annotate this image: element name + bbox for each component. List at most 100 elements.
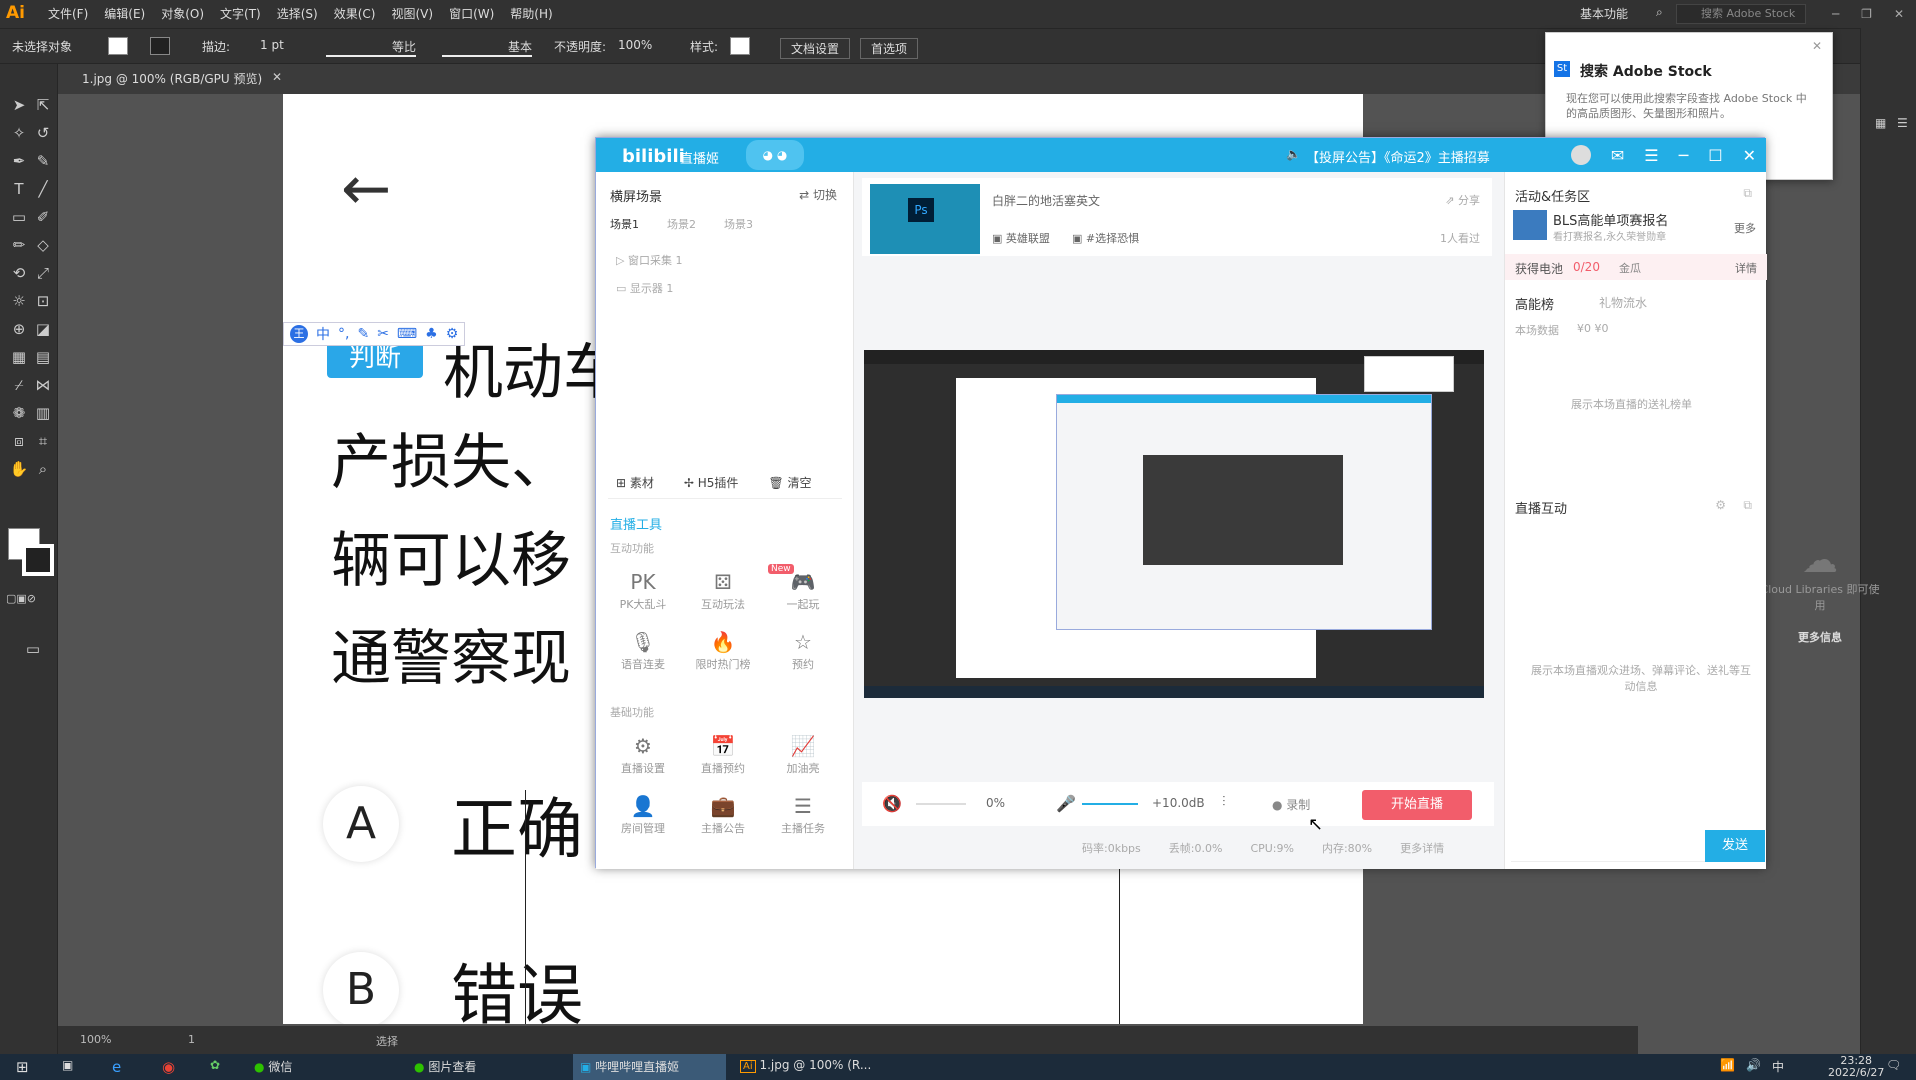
eyedropper-icon[interactable]: ⌿ xyxy=(8,374,30,396)
ime-chinese-mode[interactable]: 中 xyxy=(316,324,330,344)
interactive-play-button[interactable]: ⚄ 互动玩法 xyxy=(688,570,758,612)
send-button[interactable]: 发送 xyxy=(1705,830,1765,862)
brush-profile[interactable]: 基本 xyxy=(442,38,532,57)
more-details-link[interactable]: 更多详情 xyxy=(1400,840,1444,856)
direct-selection-icon[interactable]: ⇱ xyxy=(32,94,54,116)
volume-slider[interactable] xyxy=(916,803,966,805)
live-preview[interactable] xyxy=(864,350,1484,698)
announcement-button[interactable]: 💼 主播公告 xyxy=(688,794,758,836)
source-item-display[interactable]: ▭ 显示器 1 xyxy=(616,280,673,296)
record-button[interactable]: ● 录制 xyxy=(1272,796,1310,813)
stroke-swatch[interactable] xyxy=(150,37,170,55)
menu-effect[interactable]: 效果(C) xyxy=(326,0,384,28)
artboard-tool-icon[interactable]: ⧈ xyxy=(8,430,30,452)
stroke-color-swatch[interactable] xyxy=(22,544,54,576)
mail-icon[interactable]: ✉ xyxy=(1611,146,1624,165)
material-button[interactable]: ⊞ 素材 xyxy=(616,474,654,491)
ime-pen-icon[interactable]: ✎ xyxy=(357,326,369,342)
doc-setup-button[interactable]: 文档设置 xyxy=(780,38,851,59)
taskbar-illustrator[interactable]: Ai 1.jpg @ 100% (R... xyxy=(740,1058,871,1073)
shaper-icon[interactable]: ✏ xyxy=(8,234,30,256)
menu-window[interactable]: 窗口(W) xyxy=(441,0,502,28)
menu-select[interactable]: 选择(S) xyxy=(269,0,326,28)
gradient-icon[interactable]: ▤ xyxy=(32,346,54,368)
ime-logo-icon[interactable]: 王 xyxy=(290,325,308,343)
tag-topic[interactable]: ▣ #选择恐惧 xyxy=(1072,230,1139,246)
ime-settings-icon[interactable]: ⚙ xyxy=(446,326,459,342)
restore-icon[interactable]: ❐ xyxy=(1861,7,1872,21)
ime-keyboard-icon[interactable]: ⌨ xyxy=(397,326,417,342)
popup-close-icon[interactable]: ✕ xyxy=(1812,39,1822,53)
close-icon[interactable]: ✕ xyxy=(1894,7,1904,21)
reserve-button[interactable]: ☆ 预约 xyxy=(768,630,838,672)
activity-thumbnail[interactable] xyxy=(1513,210,1547,240)
line-tool-icon[interactable]: ╱ xyxy=(32,178,54,200)
warp-icon[interactable]: ☼ xyxy=(8,290,30,312)
switch-scene-button[interactable]: ⇄ 切换 xyxy=(799,186,837,203)
ime-indicator[interactable]: 中 xyxy=(1772,1058,1784,1075)
menu-object[interactable]: 对象(O) xyxy=(153,0,212,28)
eraser-icon[interactable]: ◇ xyxy=(32,234,54,256)
rotate-icon[interactable]: ⟲ xyxy=(8,262,30,284)
color-mode-icon[interactable]: ▢▣⊘ xyxy=(6,588,36,610)
style-swatch[interactable] xyxy=(730,37,750,55)
menu-help[interactable]: 帮助(H) xyxy=(502,0,560,28)
activity-more-link[interactable]: 更多 xyxy=(1734,220,1756,236)
slice-tool-icon[interactable]: ⌗ xyxy=(32,430,54,452)
tab-scene-3[interactable]: 场景3 xyxy=(724,216,753,232)
preferences-button[interactable]: 首选项 xyxy=(860,38,919,59)
type-tool-icon[interactable]: T xyxy=(8,178,30,200)
menu-file[interactable]: 文件(F) xyxy=(40,0,96,28)
app-icon[interactable]: ✿ xyxy=(210,1058,220,1072)
ime-skin-icon[interactable]: ♣ xyxy=(425,326,438,342)
chrome-icon[interactable]: ◉ xyxy=(162,1058,175,1076)
hand-tool-icon[interactable]: ✋ xyxy=(8,458,30,480)
danmaku-input[interactable] xyxy=(1511,834,1707,862)
pen-icon[interactable]: ✒ xyxy=(8,150,30,172)
menu-icon[interactable]: ☰ xyxy=(1644,146,1658,165)
taskbar-wechat[interactable]: ● 微信 xyxy=(254,1058,292,1075)
close-icon[interactable]: ✕ xyxy=(1743,146,1756,165)
share-button[interactable]: ⇗ 分享 xyxy=(1445,192,1480,208)
ime-punct-icon[interactable]: °, xyxy=(338,326,349,342)
graph-tool-icon[interactable]: ▥ xyxy=(32,402,54,424)
windows-start-icon[interactable]: ⊞ xyxy=(16,1058,29,1076)
source-item-window[interactable]: ▷ 窗口采集 1 xyxy=(616,252,682,268)
symbol-sprayer-icon[interactable]: ❁ xyxy=(8,402,30,424)
brush-tool-icon[interactable]: ✐ xyxy=(32,206,54,228)
expand-icon[interactable]: ⧉ xyxy=(1743,186,1752,201)
speaker-mute-icon[interactable]: 🔇 xyxy=(882,794,902,813)
document-tab[interactable]: 1.jpg @ 100% (RGB/GPU 预览) xyxy=(82,70,262,87)
menu-edit[interactable]: 编辑(E) xyxy=(96,0,153,28)
tab-scene-2[interactable]: 场景2 xyxy=(667,216,696,232)
play-together-button[interactable]: 🎮 一起玩 xyxy=(768,570,838,612)
rectangle-tool-icon[interactable]: ▭ xyxy=(8,206,30,228)
menu-view[interactable]: 视图(V) xyxy=(383,0,441,28)
mic-slider[interactable] xyxy=(1082,803,1138,805)
room-manage-button[interactable]: 👤 房间管理 xyxy=(608,794,678,836)
network-icon[interactable]: 📶 xyxy=(1720,1058,1735,1072)
ime-scissors-icon[interactable]: ✂ xyxy=(377,326,389,342)
minimize-icon[interactable]: ─ xyxy=(1679,146,1689,165)
volume-icon[interactable]: 🔊 xyxy=(1746,1058,1761,1072)
tab-high-energy[interactable]: 高能榜 xyxy=(1515,294,1554,313)
shape-builder-icon[interactable]: ⊕ xyxy=(8,318,30,340)
boost-button[interactable]: 📈 加油亮 xyxy=(768,734,838,776)
magic-wand-icon[interactable]: ✧ xyxy=(8,122,30,144)
grid-view-icon[interactable]: ▦ xyxy=(1875,116,1886,130)
status-mode[interactable]: 选择 xyxy=(376,1033,398,1049)
live-paint-icon[interactable]: ◪ xyxy=(32,318,54,340)
battery-detail-link[interactable]: 详情 xyxy=(1735,260,1757,276)
avatar[interactable] xyxy=(1570,145,1591,165)
screen-mode-icon[interactable]: ▭ xyxy=(22,638,44,660)
settings-icon[interactable]: ⚙ xyxy=(1715,498,1726,512)
taskbar-photos[interactable]: ● 图片查看 xyxy=(414,1058,476,1075)
clock[interactable]: 23:28 2022/6/27 xyxy=(1828,1055,1884,1079)
start-live-button[interactable]: 开始直播 xyxy=(1362,790,1472,820)
artboard-number[interactable]: 1 xyxy=(188,1033,195,1046)
h5-plugin-button[interactable]: ✢ H5插件 xyxy=(684,474,739,491)
curvature-icon[interactable]: ✎ xyxy=(32,150,54,172)
hot-rank-button[interactable]: 🔥 限时热门榜 xyxy=(688,630,758,672)
room-cover[interactable]: Ps xyxy=(870,184,980,254)
menu-type[interactable]: 文字(T) xyxy=(212,0,269,28)
